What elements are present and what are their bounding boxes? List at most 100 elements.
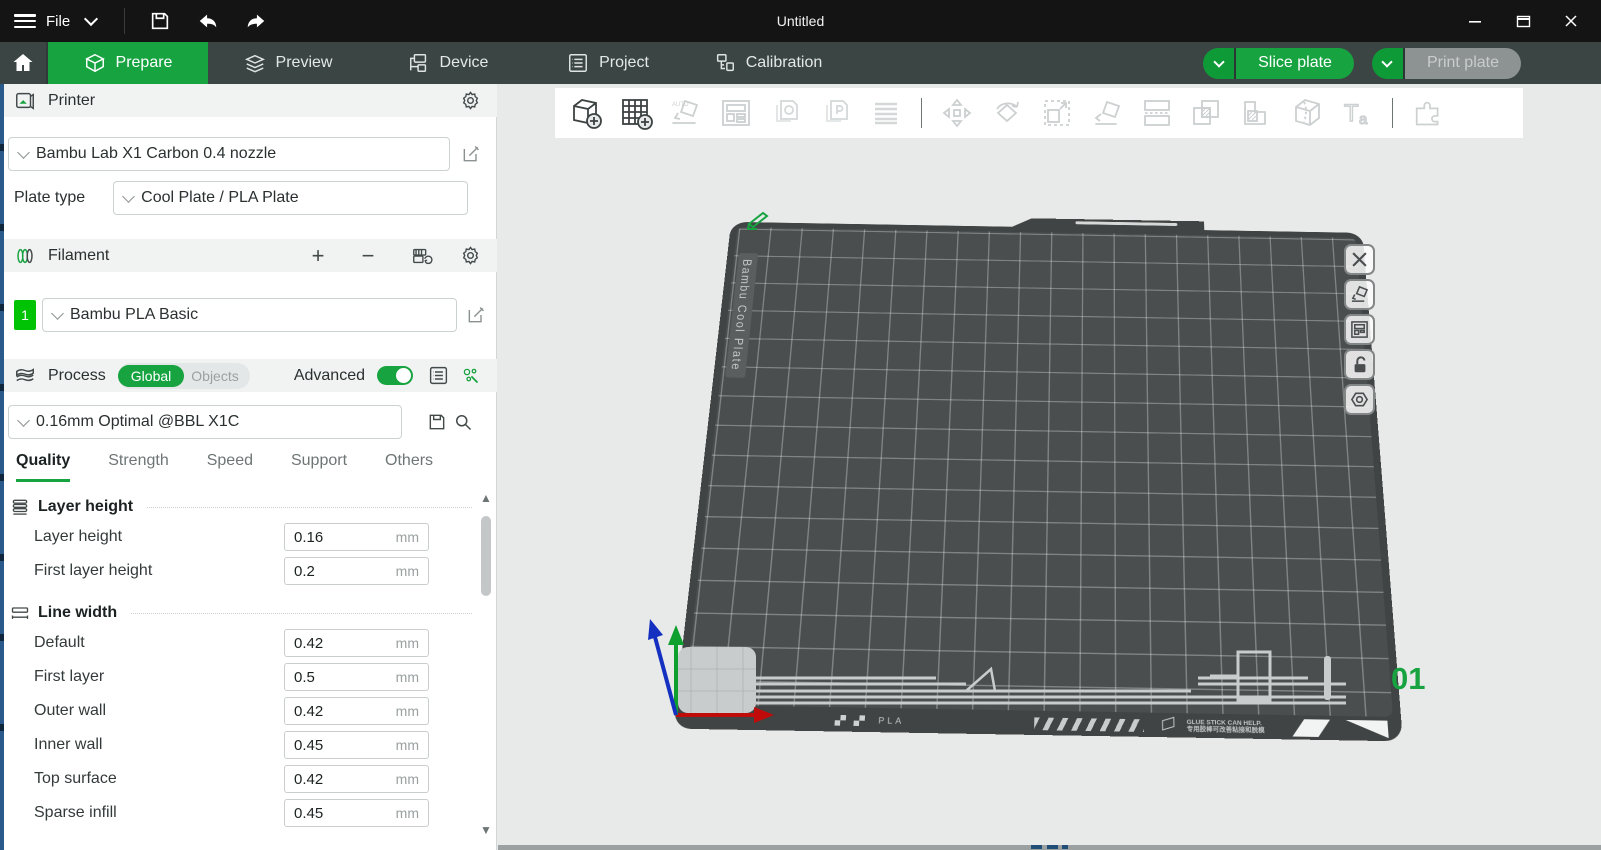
scale-button[interactable] bbox=[1037, 93, 1077, 133]
default-line-width-input[interactable]: 0.42 mm bbox=[284, 629, 429, 657]
rotate-button[interactable] bbox=[987, 93, 1027, 133]
redo-button[interactable] bbox=[239, 6, 273, 36]
slice-plate-button[interactable]: Slice plate bbox=[1236, 48, 1354, 79]
tab-calibration[interactable]: Calibration bbox=[688, 42, 848, 84]
edit-icon bbox=[466, 305, 486, 325]
text-button[interactable]: T a bbox=[1337, 93, 1377, 133]
print-dropdown-button[interactable] bbox=[1372, 48, 1405, 79]
home-button[interactable] bbox=[0, 42, 48, 84]
lay-on-face-button[interactable] bbox=[1087, 93, 1127, 133]
slice-dropdown-button[interactable] bbox=[1203, 48, 1236, 79]
auto-orient-plate-button[interactable] bbox=[1344, 279, 1375, 310]
add-object-icon bbox=[569, 96, 603, 130]
file-menu[interactable]: File bbox=[46, 13, 70, 30]
first-layer-line-width-input[interactable]: 0.5 mm bbox=[284, 663, 429, 691]
auto-orient-button[interactable]: AUTO bbox=[666, 93, 706, 133]
add-plate-button[interactable] bbox=[616, 93, 656, 133]
advanced-toggle[interactable] bbox=[377, 366, 413, 385]
printer-section-title: Printer bbox=[48, 92, 95, 110]
lock-plate-button[interactable] bbox=[1344, 349, 1375, 380]
scope-objects[interactable]: Objects bbox=[184, 365, 249, 387]
outer-wall-line-width-input[interactable]: 0.42 mm bbox=[284, 697, 429, 725]
plate-number-label[interactable]: 01 bbox=[1391, 661, 1425, 697]
viewport-3d[interactable]: Bambu Cool Plate PLA GLUE STICK CAN HELP… bbox=[498, 84, 1601, 850]
settings-scrollbar[interactable]: ▲ ▼ bbox=[478, 492, 494, 850]
filament-icon bbox=[14, 245, 36, 267]
top-surface-line-width-input[interactable]: 0.42 mm bbox=[284, 765, 429, 793]
project-icon bbox=[567, 52, 589, 74]
assembly-icon bbox=[1411, 96, 1445, 130]
tab-quality[interactable]: Quality bbox=[16, 452, 70, 482]
first-layer-height-input[interactable]: 0.2 mm bbox=[284, 557, 429, 585]
printer-select[interactable]: Bambu Lab X1 Carbon 0.4 nozzle bbox=[8, 137, 450, 171]
filament-slot-badge[interactable]: 1 bbox=[14, 300, 36, 330]
save-preset-button[interactable] bbox=[424, 409, 450, 435]
rotate-icon bbox=[990, 96, 1024, 130]
assembly-button[interactable] bbox=[1408, 93, 1448, 133]
scrollbar-thumb[interactable] bbox=[481, 516, 491, 596]
print-plate-button[interactable]: Print plate bbox=[1405, 48, 1521, 79]
split-parts-button[interactable] bbox=[1187, 93, 1227, 133]
bottom-strip-marker bbox=[1062, 845, 1068, 849]
arrange-button[interactable] bbox=[716, 93, 756, 133]
plate-settings-button[interactable] bbox=[1344, 384, 1375, 415]
tab-prepare[interactable]: Prepare bbox=[48, 42, 208, 84]
tab-others[interactable]: Others bbox=[385, 452, 433, 482]
sparse-infill-line-width-input[interactable]: 0.45 mm bbox=[284, 799, 429, 827]
arrange-plate-icon bbox=[1350, 320, 1369, 339]
split-parts-icon bbox=[1190, 96, 1224, 130]
layer-height-icon bbox=[10, 498, 30, 516]
tab-speed[interactable]: Speed bbox=[207, 452, 253, 482]
plate-grid bbox=[684, 227, 1393, 717]
paste-button[interactable] bbox=[816, 93, 856, 133]
move-button[interactable] bbox=[937, 93, 977, 133]
cut-button[interactable] bbox=[1287, 93, 1327, 133]
process-preset-select[interactable]: 0.16mm Optimal @BBL X1C bbox=[8, 405, 402, 439]
printer-settings-button[interactable] bbox=[457, 88, 483, 114]
minimize-button[interactable] bbox=[1455, 6, 1495, 36]
ams-icon bbox=[411, 245, 433, 267]
tab-support[interactable]: Support bbox=[291, 452, 347, 482]
main-tab-bar: Prepare Preview Device Project Calibrati… bbox=[0, 42, 1601, 84]
remove-filament-button[interactable]: − bbox=[355, 243, 381, 269]
edit-filament-button[interactable] bbox=[463, 302, 489, 328]
copy-button[interactable] bbox=[766, 93, 806, 133]
plate-type-select[interactable]: Cool Plate / PLA Plate bbox=[113, 181, 468, 215]
build-plate[interactable]: Bambu Cool Plate PLA GLUE STICK CAN HELP… bbox=[673, 222, 1403, 742]
add-object-button[interactable] bbox=[566, 93, 606, 133]
variable-layer-height-button[interactable] bbox=[866, 93, 906, 133]
save-button[interactable] bbox=[143, 6, 177, 36]
add-filament-button[interactable]: + bbox=[305, 243, 331, 269]
file-menu-chevron-icon[interactable] bbox=[84, 12, 98, 26]
process-scope-toggle[interactable]: Global Objects bbox=[118, 363, 250, 389]
filament-select[interactable]: Bambu PLA Basic bbox=[42, 298, 457, 332]
ams-sync-button[interactable] bbox=[409, 243, 435, 269]
list-icon bbox=[428, 365, 449, 386]
scroll-down-icon[interactable]: ▼ bbox=[480, 824, 492, 836]
undo-button[interactable] bbox=[191, 6, 225, 36]
boolean-button[interactable] bbox=[1237, 93, 1277, 133]
gear-icon bbox=[460, 90, 481, 111]
setting-row: Sparse infill 0.45 mm bbox=[0, 796, 478, 830]
delete-plate-button[interactable] bbox=[1344, 244, 1375, 275]
window-edge bbox=[0, 84, 4, 850]
hamburger-menu-icon[interactable] bbox=[14, 14, 36, 28]
layer-height-input[interactable]: 0.16 mm bbox=[284, 523, 429, 551]
tab-preview[interactable]: Preview bbox=[208, 42, 368, 84]
edit-plate-name-button[interactable] bbox=[745, 208, 771, 235]
tab-project[interactable]: Project bbox=[528, 42, 688, 84]
parameter-table-button[interactable] bbox=[425, 363, 451, 389]
tab-strength[interactable]: Strength bbox=[108, 452, 168, 482]
split-objects-button[interactable] bbox=[1137, 93, 1177, 133]
tab-device[interactable]: Device bbox=[368, 42, 528, 84]
scroll-up-icon[interactable]: ▲ bbox=[480, 492, 492, 504]
arrange-plate-button[interactable] bbox=[1344, 314, 1375, 345]
maximize-button[interactable] bbox=[1503, 6, 1543, 36]
parameter-wizard-button[interactable] bbox=[457, 363, 483, 389]
edit-printer-button[interactable] bbox=[458, 141, 484, 167]
filament-settings-button[interactable] bbox=[457, 243, 483, 269]
inner-wall-line-width-input[interactable]: 0.45 mm bbox=[284, 731, 429, 759]
scope-global[interactable]: Global bbox=[118, 365, 184, 387]
close-button[interactable] bbox=[1551, 6, 1591, 36]
search-setting-button[interactable] bbox=[450, 409, 476, 435]
